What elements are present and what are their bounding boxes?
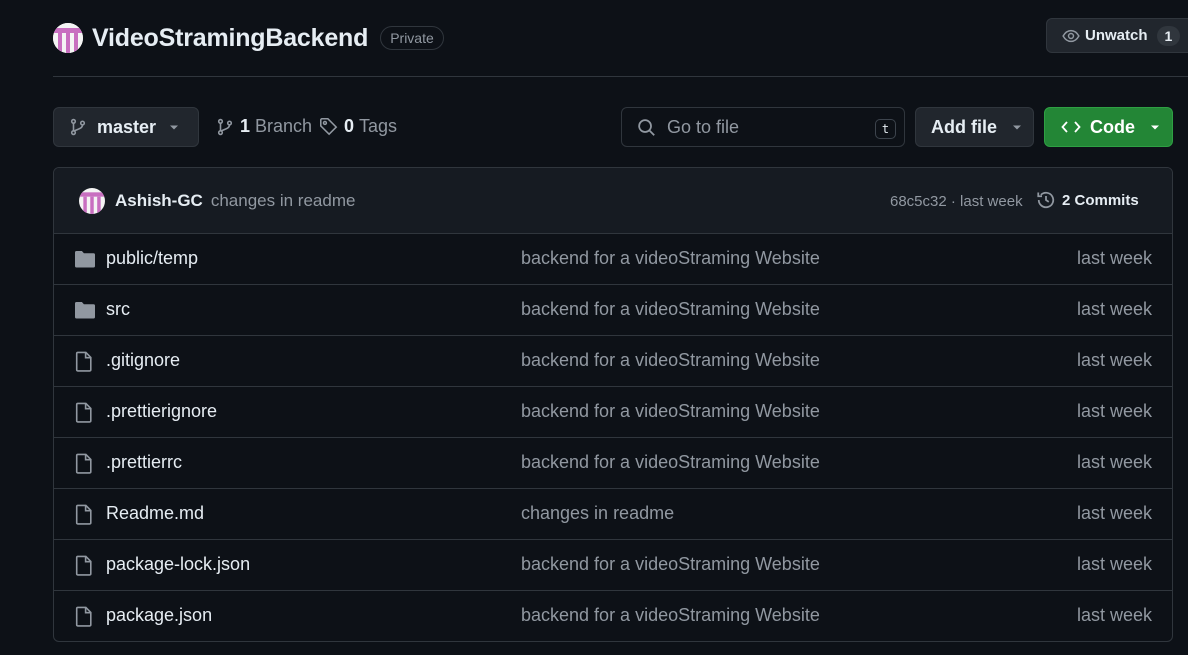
commit-hash-time[interactable]: 68c5c32 · last week [890, 193, 1023, 210]
repo-header: VideoStramingBackend Private Unwatch 1 ▾ [53, 18, 1188, 58]
search-icon [637, 118, 656, 137]
file-commit-time: last week [1076, 401, 1152, 421]
file-commit-time: last week [1076, 350, 1152, 370]
file-commit-time: last week [1076, 248, 1152, 268]
unwatch-button[interactable]: Unwatch 1 ▾ [1046, 18, 1188, 53]
branch-icon [69, 118, 87, 136]
file-icon [74, 606, 94, 627]
branches-label: Branch [255, 116, 313, 136]
repo-owner-avatar[interactable] [53, 23, 83, 53]
file-row[interactable]: package.json backend for a videoStraming… [54, 591, 1172, 641]
file-commit-message[interactable]: backend for a videoStraming Website [521, 401, 820, 422]
file-commit-time: last week [1076, 503, 1152, 523]
file-commit-time: last week [1076, 452, 1152, 472]
file-name[interactable]: Readme.md [106, 503, 204, 524]
file-commit-message[interactable]: changes in readme [521, 503, 674, 524]
file-icon [74, 504, 94, 525]
code-icon [1061, 118, 1081, 136]
commit-message[interactable]: changes in readme [211, 191, 356, 211]
branch-selector[interactable]: master [53, 107, 199, 147]
file-row[interactable]: src backend for a videoStraming Website … [54, 285, 1172, 336]
folder-icon [74, 249, 96, 269]
file-name[interactable]: src [106, 299, 130, 320]
file-commit-message[interactable]: backend for a videoStraming Website [521, 605, 820, 626]
file-commit-message[interactable]: backend for a videoStraming Website [521, 452, 820, 473]
file-icon [74, 453, 94, 474]
file-name[interactable]: .gitignore [106, 350, 180, 371]
file-list: public/temp backend for a videoStraming … [54, 234, 1172, 641]
file-commit-message[interactable]: backend for a videoStraming Website [521, 554, 820, 575]
tags-label: Tags [359, 116, 398, 136]
file-commit-message[interactable]: backend for a videoStraming Website [521, 350, 820, 371]
branch-icon [216, 118, 234, 136]
file-icon [74, 555, 94, 576]
file-commit-time: last week [1076, 554, 1152, 574]
code-button[interactable]: Code [1044, 107, 1173, 147]
file-row[interactable]: public/temp backend for a videoStraming … [54, 234, 1172, 285]
commits-link[interactable]: 2 Commits [1036, 190, 1139, 210]
commits-count: 2 Commits [1062, 191, 1139, 209]
file-icon [74, 351, 94, 372]
commit-author-avatar[interactable] [79, 187, 105, 214]
file-commit-message[interactable]: backend for a videoStraming Website [521, 248, 820, 269]
caret-down-icon [168, 121, 180, 133]
branch-name: master [97, 116, 157, 137]
header-divider [53, 76, 1188, 77]
file-name[interactable]: .prettierrc [106, 452, 182, 473]
tag-icon [319, 117, 338, 136]
watch-count: 1 [1156, 25, 1181, 46]
file-commit-message[interactable]: backend for a videoStraming Website [521, 299, 820, 320]
file-row[interactable]: .prettierrc backend for a videoStraming … [54, 438, 1172, 489]
add-file-button[interactable]: Add file [915, 107, 1034, 147]
tags-link[interactable]: 0 Tags [319, 116, 397, 137]
history-icon [1036, 190, 1056, 210]
latest-commit-bar: Ashish-GC changes in readme 68c5c32 · la… [54, 168, 1172, 234]
branches-link[interactable]: 1 Branch [216, 116, 312, 137]
file-name[interactable]: package-lock.json [106, 554, 250, 575]
caret-down-icon [1011, 121, 1023, 133]
file-table: Ashish-GC changes in readme 68c5c32 · la… [53, 167, 1173, 642]
file-name[interactable]: package.json [106, 605, 212, 626]
unwatch-label: Unwatch [1085, 27, 1148, 44]
tags-count: 0 [344, 116, 355, 136]
file-row[interactable]: package-lock.json backend for a videoStr… [54, 540, 1172, 591]
file-name[interactable]: public/temp [106, 248, 198, 269]
branches-count: 1 [240, 116, 251, 136]
visibility-badge: Private [380, 26, 444, 50]
file-icon [74, 402, 94, 423]
repo-name[interactable]: VideoStramingBackend [92, 24, 368, 53]
file-row[interactable]: .prettierignore backend for a videoStram… [54, 387, 1172, 438]
keyboard-shortcut-hint: t [875, 119, 896, 139]
code-label: Code [1090, 116, 1135, 137]
folder-icon [74, 300, 96, 320]
add-file-label: Add file [931, 116, 997, 137]
caret-down-icon [1149, 121, 1161, 133]
go-to-file-search[interactable]: t [621, 107, 905, 147]
eye-icon [1062, 27, 1080, 45]
file-row[interactable]: Readme.md changes in readme last week [54, 489, 1172, 540]
search-input[interactable] [667, 116, 857, 138]
file-name[interactable]: .prettierignore [106, 401, 217, 422]
file-commit-time: last week [1076, 605, 1152, 625]
file-commit-time: last week [1076, 299, 1152, 319]
commit-author[interactable]: Ashish-GC [115, 191, 203, 211]
file-row[interactable]: .gitignore backend for a videoStraming W… [54, 336, 1172, 387]
